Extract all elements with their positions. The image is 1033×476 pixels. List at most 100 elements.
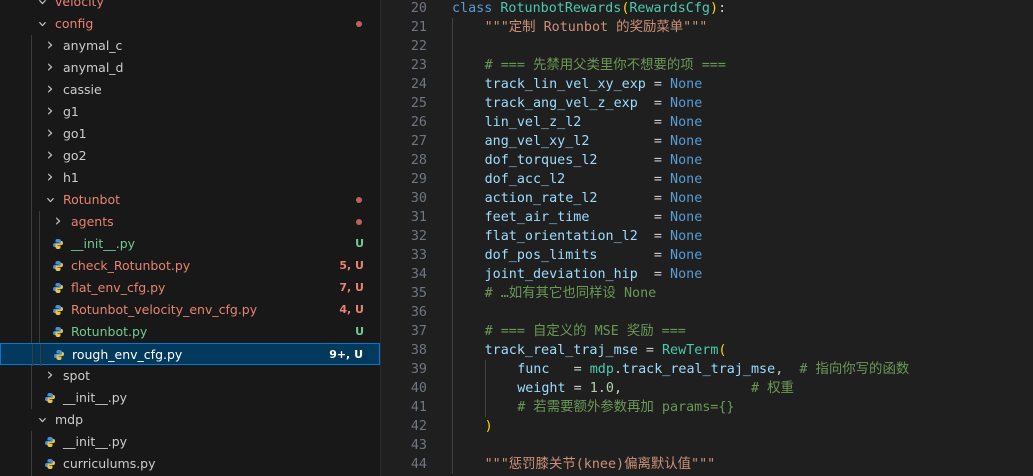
indent-guide	[452, 227, 453, 246]
code-line[interactable]: 24 track_lin_vel_xy_exp = None	[381, 75, 1033, 94]
code-line[interactable]: 33 dof_pos_limits = None	[381, 246, 1033, 265]
code-token: None	[670, 134, 703, 149]
code-line[interactable]: 28 dof_torques_l2 = None	[381, 151, 1033, 170]
indent-guide	[452, 246, 453, 265]
code-token: # 权重	[751, 381, 794, 396]
code-line[interactable]: 30 action_rate_l2 = None	[381, 189, 1033, 208]
code-line[interactable]: 23 # === 先禁用父类里你不想要的项 ===	[381, 56, 1033, 75]
chevron-right-icon[interactable]	[44, 145, 56, 168]
folder-item[interactable]: anymal_c	[0, 35, 380, 57]
code-line[interactable]: 42)	[381, 417, 1033, 436]
code-line[interactable]: 32 flat_orientation_l2 = None	[381, 227, 1033, 246]
chevron-down-icon[interactable]	[36, 0, 48, 14]
chevron-right-icon[interactable]	[44, 365, 56, 388]
folder-item[interactable]: mdp	[0, 409, 380, 431]
chevron-right-icon[interactable]	[44, 123, 56, 146]
code-text: # === 自定义的 MSE 奖励 ===	[485, 322, 686, 341]
chevron-right-icon[interactable]	[44, 167, 56, 190]
line-number: 38	[410, 343, 427, 358]
code-token: =	[645, 134, 671, 149]
code-editor[interactable]: 20 class RotunbotRewards(RewardsCfg): 21 ""…	[380, 0, 1033, 476]
python-file-icon	[53, 261, 63, 271]
code-token: # 若需要额外参数再加 params={}	[517, 400, 735, 415]
code-line[interactable]: 39 func = mdp.track_real_traj_mse, # 指向你写…	[381, 360, 1033, 379]
code-token: ang_vel_xy_l2	[484, 134, 646, 149]
code-line[interactable]: 27 ang_vel_xy_l2 = None	[381, 132, 1033, 151]
folder-item[interactable]: go2	[0, 145, 380, 167]
indent-guide	[452, 94, 453, 113]
folder-item[interactable]: h1	[0, 167, 380, 189]
git-status-badge: 9+, U	[329, 348, 363, 361]
folder-item[interactable]: config	[0, 13, 380, 35]
code-line[interactable]: 31 feet_air_time = None	[381, 208, 1033, 227]
code-token: RotunbotRewards	[500, 1, 622, 16]
line-number: 22	[410, 39, 427, 54]
folder-item[interactable]: spot	[0, 365, 380, 387]
code-line[interactable]: 20 class RotunbotRewards(RewardsCfg):	[381, 0, 1033, 18]
line-number: 41	[410, 400, 427, 415]
code-line[interactable]: 25 track_ang_vel_z_exp = None	[381, 94, 1033, 113]
chevron-down-icon[interactable]	[36, 13, 48, 36]
code-line[interactable]: 26 lin_vel_z_l2 = None	[381, 113, 1033, 132]
code-text: lin_vel_z_l2 = None	[485, 113, 703, 132]
folder-item[interactable]: velocity	[0, 0, 380, 13]
git-status-badge: 4, U	[339, 303, 364, 316]
chevron-right-icon[interactable]	[44, 35, 56, 58]
code-line[interactable]: 37 # === 自定义的 MSE 奖励 ===	[381, 322, 1033, 341]
code-text: """定制 Rotunbot 的奖励菜单"""	[485, 18, 708, 37]
chevron-down-icon[interactable]	[44, 189, 56, 212]
code-token: ,	[613, 381, 751, 396]
explorer-panel: velocity config anymal_c anymal_dcassie g1 go…	[0, 0, 380, 476]
file-item[interactable]: curriculums.py	[0, 453, 380, 475]
folder-item[interactable]: anymal_d	[0, 57, 380, 79]
line-number: 24	[410, 77, 427, 92]
code-token: =	[645, 77, 671, 92]
indent-guide	[31, 57, 32, 79]
code-line[interactable]: 35 # …如有其它也同样设 None	[381, 284, 1033, 303]
tree-item-label: agents	[71, 214, 114, 229]
code-line[interactable]: 41 # 若需要额外参数再加 params={}	[381, 398, 1033, 417]
file-item[interactable]: Rotunbot.py U	[0, 321, 380, 343]
chevron-right-icon[interactable]	[44, 79, 56, 102]
code-line[interactable]: 40 weight = 1.0, # 权重	[381, 379, 1033, 398]
code-text: joint_deviation_hip = None	[485, 265, 703, 284]
chevron-right-icon[interactable]	[44, 101, 56, 124]
indent-guide	[452, 455, 453, 474]
code-token: (	[718, 343, 727, 358]
chevron-right-icon[interactable]	[52, 211, 64, 234]
file-item[interactable]: rough_env_cfg.py 9+, U	[0, 343, 380, 366]
indent-guide	[452, 322, 453, 341]
indent-guide	[39, 211, 40, 233]
code-line[interactable]: 34 joint_deviation_hip = None	[381, 265, 1033, 284]
code-token: None	[670, 172, 703, 187]
folder-item[interactable]: cassie	[0, 79, 380, 101]
file-item[interactable]: __init__.py	[0, 387, 380, 409]
code-line[interactable]: 38 track_real_traj_mse = RewTerm(	[381, 341, 1033, 360]
file-item[interactable]: check_Rotunbot.py 5, U	[0, 255, 380, 277]
code-line[interactable]: 29 dof_acc_l2 = None	[381, 170, 1033, 189]
file-item[interactable]: Rotunbot_velocity_env_cfg.py 4, U	[0, 299, 380, 321]
tree-item-label: cassie	[63, 82, 102, 97]
folder-item[interactable]: agents	[0, 211, 380, 233]
file-item[interactable]: flat_env_cfg.py 7, U	[0, 277, 380, 299]
folder-item[interactable]: g1	[0, 101, 380, 123]
folder-item[interactable]: go1	[0, 123, 380, 145]
tree-item-label: h1	[63, 170, 79, 185]
code-token: flat_orientation_l2	[484, 229, 646, 244]
code-line[interactable]: 43	[381, 436, 1033, 455]
file-item[interactable]: __init__.py	[0, 431, 380, 453]
chevron-down-icon[interactable]	[36, 409, 48, 432]
chevron-right-icon[interactable]	[44, 57, 56, 80]
code-line[interactable]: 36	[381, 303, 1033, 322]
indent-guide	[31, 189, 32, 211]
line-number: 27	[410, 134, 427, 149]
code-line[interactable]: 21 """定制 Rotunbot 的奖励菜单"""	[381, 18, 1033, 37]
code-line[interactable]: 22	[381, 37, 1033, 56]
folder-item[interactable]: Rotunbot	[0, 189, 380, 211]
code-token: # === 自定义的 MSE 奖励 ===	[484, 324, 686, 339]
file-item[interactable]: __init__.py U	[0, 233, 380, 255]
code-line[interactable]: 44 """惩罚膝关节(knee)偏离默认值"""	[381, 455, 1033, 474]
code-text: flat_orientation_l2 = None	[485, 227, 703, 246]
code-token: # 指向你写的函数	[799, 362, 910, 377]
code-token: RewTerm	[661, 343, 719, 358]
